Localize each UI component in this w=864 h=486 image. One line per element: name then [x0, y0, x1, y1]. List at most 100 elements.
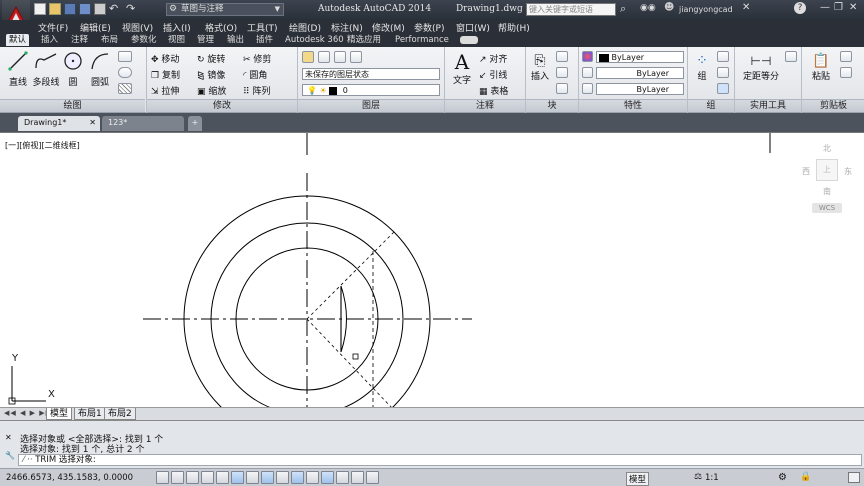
exchange-icon[interactable]: ✕: [742, 2, 750, 13]
layer-icon-3[interactable]: [334, 51, 346, 63]
trim-button[interactable]: ✂ 修剪: [243, 52, 271, 65]
3d-osnap-toggle[interactable]: [246, 471, 259, 484]
polar-toggle[interactable]: [216, 471, 229, 484]
panel-groups-label[interactable]: 组: [688, 99, 734, 112]
tab-manage[interactable]: 管理: [194, 34, 217, 46]
hatch-icon[interactable]: [118, 83, 132, 94]
tab-home[interactable]: 默认: [6, 34, 30, 46]
ellipse-icon[interactable]: [118, 67, 132, 78]
panel-utilities-label[interactable]: 实用工具: [735, 99, 801, 112]
dyn-toggle[interactable]: [291, 471, 304, 484]
panel-annotation-label[interactable]: 注释: [445, 99, 525, 112]
linetype-select[interactable]: ByLayer: [596, 67, 684, 79]
close-icon[interactable]: ✕: [89, 116, 96, 130]
close-icon[interactable]: ✕: [5, 433, 12, 442]
layer-properties-icon[interactable]: [302, 51, 314, 63]
ortho-toggle[interactable]: [201, 471, 214, 484]
insert-tool[interactable]: ⎘ 插入: [528, 53, 552, 85]
tab-featured-apps[interactable]: 精选应用: [344, 34, 384, 46]
grid-toggle[interactable]: [186, 471, 199, 484]
fillet-button[interactable]: ◜ 圆角: [243, 68, 267, 81]
otrack-toggle[interactable]: [261, 471, 274, 484]
tab-performance[interactable]: Performance: [392, 34, 452, 46]
am-toggle[interactable]: [366, 471, 379, 484]
workspace-gear-icon[interactable]: ⚙: [778, 472, 787, 483]
block-edit-icon[interactable]: [556, 67, 568, 78]
stretch-button[interactable]: ⇲ 拉伸: [151, 84, 179, 97]
tab-insert[interactable]: 插入: [38, 34, 61, 46]
panel-draw-label[interactable]: 绘图: [0, 99, 145, 112]
viewcube-east[interactable]: 东: [844, 166, 852, 177]
drawing-geometry[interactable]: [0, 133, 864, 408]
block-create-icon[interactable]: [556, 51, 568, 62]
move-button[interactable]: ✥ 移动: [151, 52, 179, 65]
viewcube-west[interactable]: 西: [802, 166, 810, 177]
arc-tool[interactable]: 圆弧: [88, 50, 112, 88]
user-name[interactable]: jiangyongcad: [679, 5, 733, 14]
lock-icon[interactable]: 🔒: [800, 472, 811, 482]
scale-button[interactable]: ▣ 缩放: [197, 84, 226, 97]
open-icon[interactable]: [49, 3, 61, 15]
layout-nav-icons[interactable]: ◀◀ ◀ ▶ ▶▶: [4, 409, 52, 417]
circle-tool[interactable]: 圆: [62, 50, 84, 88]
annotation-scale-icon[interactable]: ⚖: [694, 472, 702, 482]
tab-annotate[interactable]: 注释: [68, 34, 91, 46]
lwt-toggle[interactable]: [306, 471, 319, 484]
clean-screen-icon[interactable]: [848, 472, 860, 483]
array-button[interactable]: ⠿ 阵列: [243, 84, 270, 97]
saveas-icon[interactable]: [79, 3, 91, 15]
tab-a360[interactable]: Autodesk 360: [282, 34, 347, 46]
sc-toggle[interactable]: [351, 471, 364, 484]
layer-icon-2[interactable]: [318, 51, 330, 63]
panel-block-label[interactable]: 块: [526, 99, 578, 112]
redo-icon[interactable]: ↷: [126, 3, 140, 15]
copy-button[interactable]: ❐ 复制: [151, 68, 180, 81]
panel-layers-label[interactable]: 图层: [298, 99, 444, 112]
infer-constraints-toggle[interactable]: [156, 471, 169, 484]
leader-button[interactable]: ↙ 引线: [479, 68, 507, 81]
mirror-button[interactable]: ⧎ 镜像: [197, 68, 225, 81]
linetype-icon[interactable]: [582, 67, 593, 78]
group-tool[interactable]: ⁘ 组: [692, 53, 712, 85]
restore-button[interactable]: ❐: [834, 2, 843, 13]
color-select[interactable]: ByLayer: [596, 51, 684, 63]
tab-layout1[interactable]: 布局1: [74, 408, 106, 420]
tab-view[interactable]: 视图: [165, 34, 188, 46]
help-icon[interactable]: ?: [794, 2, 806, 14]
line-tool[interactable]: 直线: [6, 50, 30, 88]
viewcube-south[interactable]: 南: [823, 186, 831, 197]
utility-icon[interactable]: [785, 51, 797, 62]
minimize-button[interactable]: —: [820, 2, 830, 13]
tab-addins[interactable]: 插件: [253, 34, 276, 46]
lineweight-icon[interactable]: [582, 83, 593, 94]
tpy-toggle[interactable]: [321, 471, 334, 484]
new-icon[interactable]: [34, 3, 46, 15]
binoculars-icon[interactable]: ◉◉: [640, 3, 656, 13]
match-properties-icon[interactable]: [582, 51, 593, 62]
workspace-switcher[interactable]: ⚙ 草图与注释 ▼: [166, 3, 284, 16]
coordinate-readout[interactable]: 2466.6573, 435.1583, 0.0000: [6, 473, 133, 483]
wcs-menu[interactable]: WCS: [812, 203, 842, 213]
cut-icon[interactable]: [840, 51, 852, 62]
layer-icon-4[interactable]: [350, 51, 362, 63]
tab-layout2[interactable]: 布局2: [104, 408, 136, 420]
qp-toggle[interactable]: [336, 471, 349, 484]
ungroup-icon[interactable]: [717, 51, 729, 62]
copy-clip-icon[interactable]: [840, 67, 852, 78]
table-button[interactable]: ▦ 表格: [479, 84, 508, 97]
tab-output[interactable]: 输出: [224, 34, 247, 46]
current-layer-select[interactable]: 💡 ☀ 0: [302, 84, 440, 96]
measure-tool[interactable]: ⊢⊣ 定距等分: [739, 53, 783, 85]
panel-properties-label[interactable]: 特性: [579, 99, 687, 112]
block-attribute-icon[interactable]: [556, 83, 568, 94]
viewcube[interactable]: 北 西 上 东 南 WCS: [800, 139, 858, 219]
osnap-toggle[interactable]: [231, 471, 244, 484]
close-button[interactable]: ✕: [849, 2, 857, 13]
viewcube-face[interactable]: 上: [816, 159, 838, 181]
save-icon[interactable]: [64, 3, 76, 15]
panel-clipboard-label[interactable]: 剪贴板: [802, 99, 864, 112]
ducs-toggle[interactable]: [276, 471, 289, 484]
tab-model[interactable]: 模型: [46, 408, 73, 420]
search-input[interactable]: 键入关键字或短语: [526, 3, 616, 16]
paste-tool[interactable]: 📋 粘贴: [808, 53, 834, 85]
